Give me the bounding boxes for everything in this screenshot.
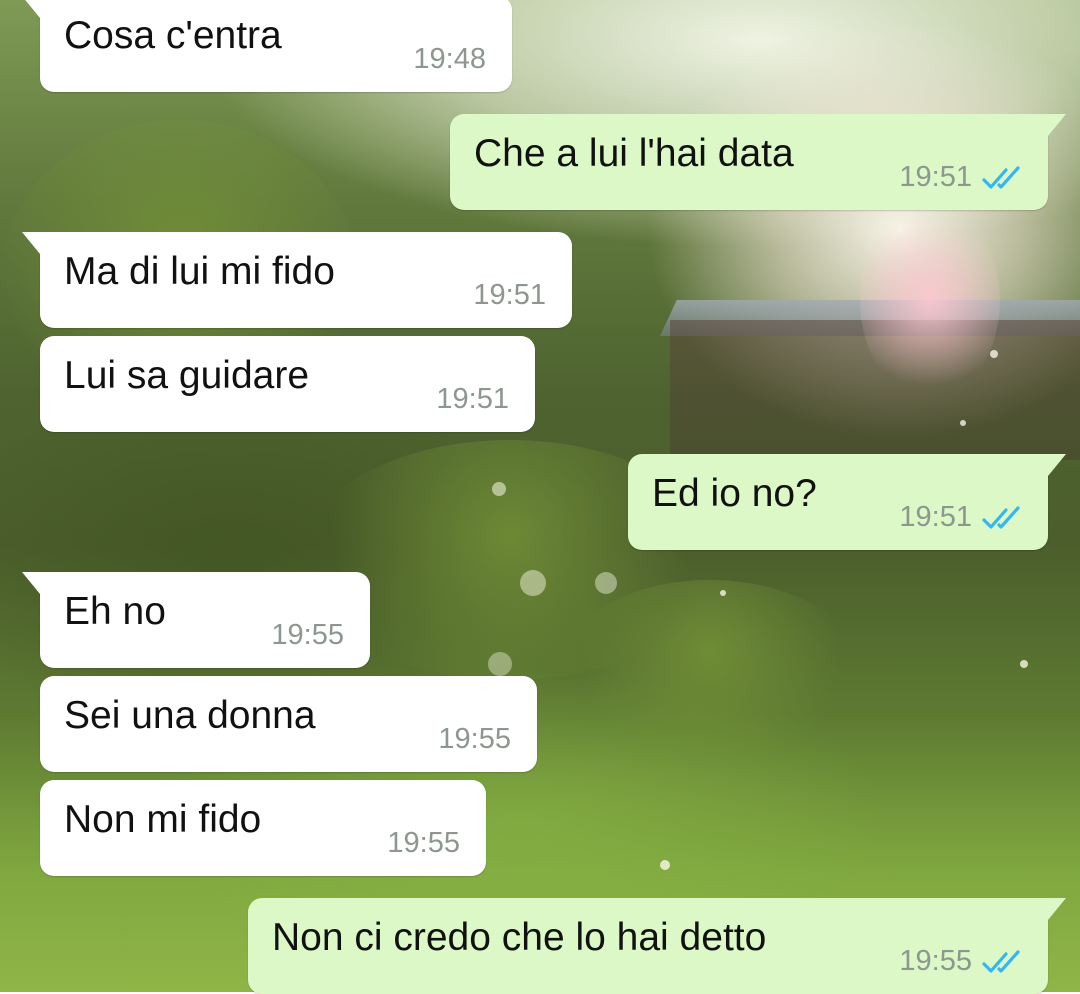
- incoming-message[interactable]: Ma di lui mi fido 19:51: [22, 232, 572, 328]
- message-meta: 19:55: [899, 945, 1022, 978]
- outgoing-message[interactable]: Ed io no? 19:51: [628, 454, 1066, 550]
- message-meta: 19:51: [473, 279, 546, 312]
- outgoing-message[interactable]: Che a lui l'hai data 19:51: [450, 114, 1066, 210]
- bubble-tail: [1048, 114, 1066, 136]
- message-time: 19:51: [899, 501, 972, 533]
- message-time: 19:55: [899, 945, 972, 977]
- message-time: 19:55: [271, 619, 344, 651]
- message-time: 19:51: [436, 383, 509, 415]
- incoming-message[interactable]: Eh no 19:55: [22, 572, 370, 668]
- message-text: Ed io no?: [652, 472, 817, 515]
- message-time: 19:55: [387, 827, 460, 859]
- message-text: Cosa c'entra: [64, 14, 282, 57]
- chat-message-list[interactable]: Cosa c'entra 19:48 Che a lui l'hai data …: [0, 0, 1080, 994]
- bubble-tail: [1048, 898, 1066, 920]
- message-meta: 19:51: [436, 383, 509, 416]
- message-meta: 19:55: [271, 619, 344, 652]
- bubble-tail: [22, 572, 40, 594]
- message-meta: 19:51: [899, 501, 1022, 534]
- message-meta: 19:55: [438, 723, 511, 756]
- bubble-tail: [22, 232, 40, 254]
- incoming-message[interactable]: Sei una donna 19:55: [40, 676, 537, 772]
- message-text: Non ci credo che lo hai detto: [272, 916, 767, 959]
- message-text: Eh no: [64, 590, 166, 633]
- message-text: Che a lui l'hai data: [474, 132, 794, 175]
- message-text: Lui sa guidare: [64, 354, 310, 397]
- message-time: 19:51: [473, 279, 546, 311]
- message-meta: 19:55: [387, 827, 460, 860]
- incoming-message[interactable]: Non mi fido 19:55: [40, 780, 486, 876]
- bubble-tail: [1048, 454, 1066, 476]
- double-check-read-icon: [982, 505, 1020, 529]
- message-text: Ma di lui mi fido: [64, 250, 335, 293]
- message-time: 19:48: [413, 43, 486, 75]
- message-text: Sei una donna: [64, 694, 316, 737]
- message-time: 19:55: [438, 723, 511, 755]
- message-meta: 19:51: [899, 161, 1022, 194]
- incoming-message[interactable]: Cosa c'entra 19:48: [22, 0, 512, 92]
- message-time: 19:51: [899, 161, 972, 193]
- outgoing-message[interactable]: Non ci credo che lo hai detto 19:55: [248, 898, 1066, 994]
- double-check-read-icon: [982, 165, 1020, 189]
- message-meta: 19:48: [413, 43, 486, 76]
- message-text: Non mi fido: [64, 798, 262, 841]
- bubble-tail: [22, 0, 40, 18]
- incoming-message[interactable]: Lui sa guidare 19:51: [40, 336, 535, 432]
- double-check-read-icon: [982, 949, 1020, 973]
